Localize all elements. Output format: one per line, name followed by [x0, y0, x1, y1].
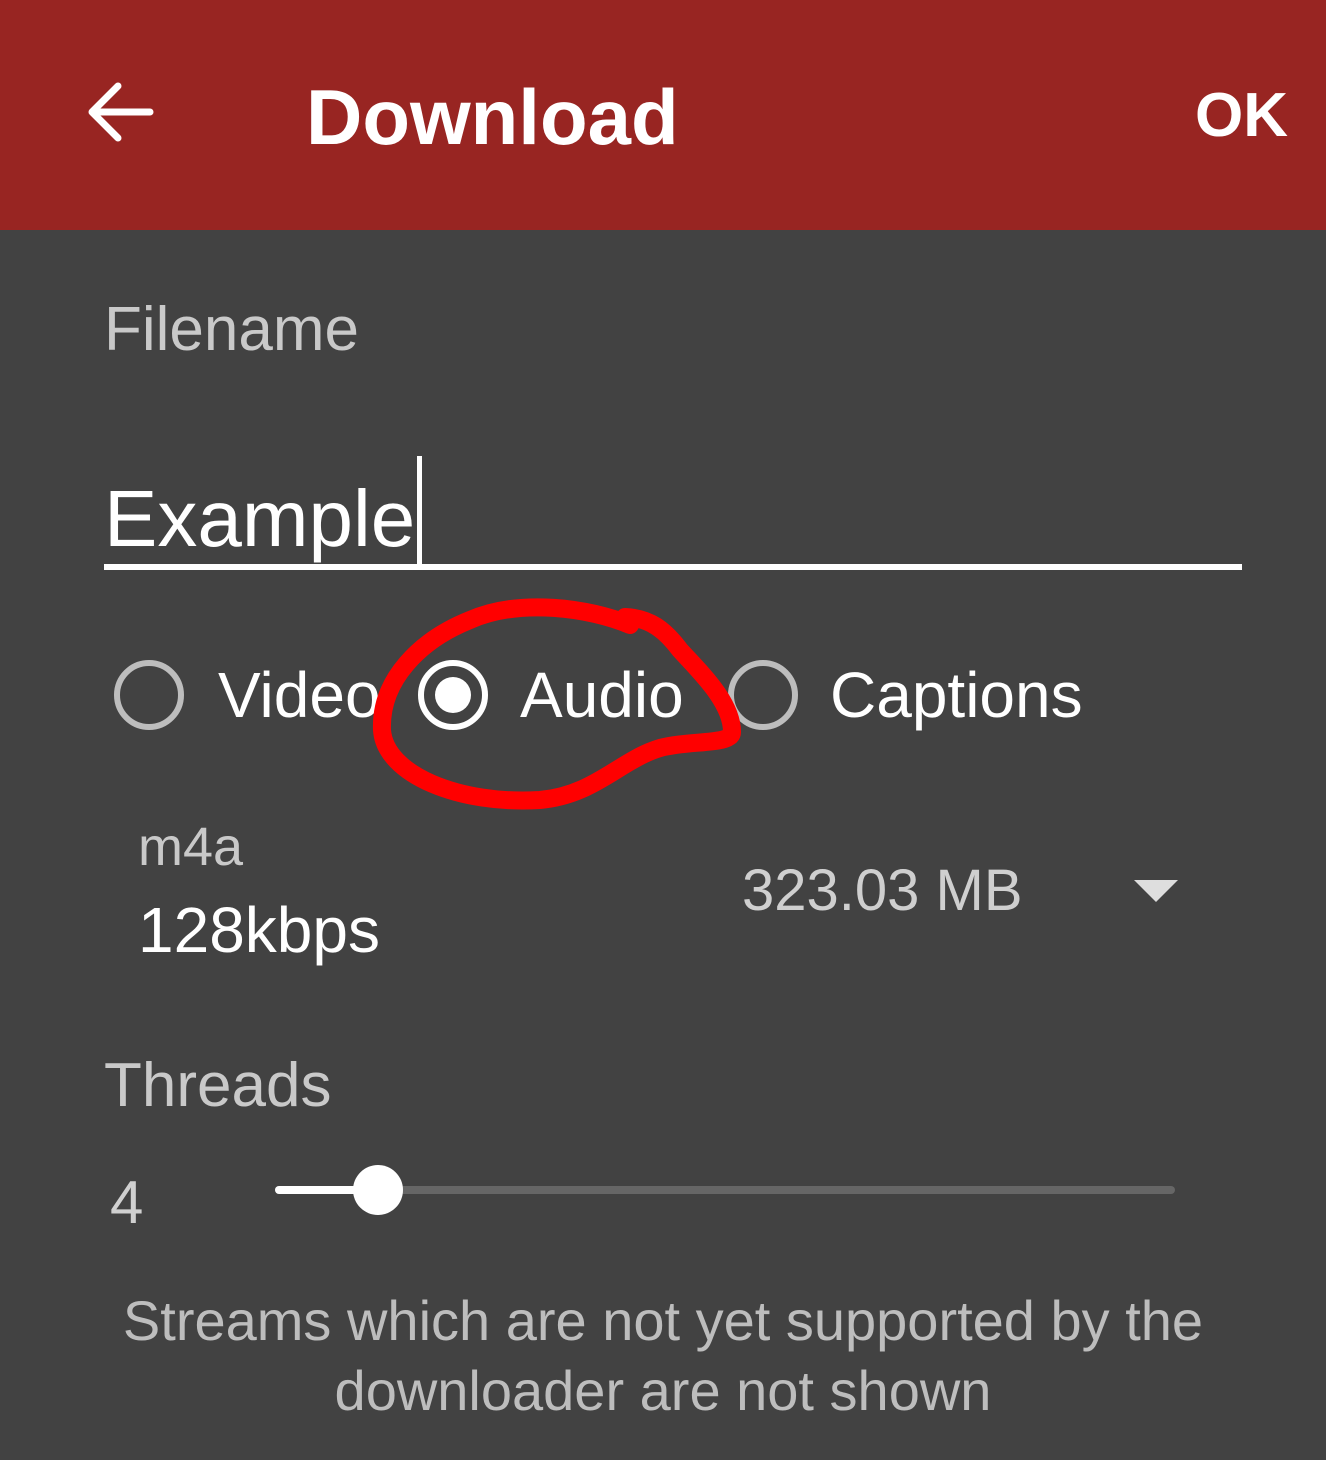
radio-label-captions: Captions	[830, 659, 1083, 731]
stream-selector[interactable]: m4a 128kbps 323.03 MB	[104, 800, 1214, 980]
filename-label: Filename	[104, 295, 359, 364]
radio-label-audio: Audio	[520, 659, 684, 731]
toolbar: Download OK	[0, 0, 1326, 230]
threads-slider[interactable]	[270, 1160, 1180, 1220]
note-line-2: downloader are not shown	[334, 1359, 992, 1422]
radio-dot	[435, 677, 471, 713]
back-button[interactable]	[70, 62, 170, 162]
filename-value: Example	[104, 474, 416, 563]
radio-unchecked-icon	[728, 660, 798, 730]
note-line-1: Streams which are not yet supported by t…	[122, 1289, 1204, 1352]
radio-video[interactable]: Video	[114, 652, 381, 738]
slider-track	[275, 1186, 1175, 1194]
ok-button[interactable]: OK	[1195, 78, 1288, 154]
radio-checked-icon	[418, 660, 488, 730]
radio-unchecked-icon	[114, 660, 184, 730]
page-title: Download	[306, 73, 679, 161]
threads-label: Threads	[104, 1051, 332, 1120]
stream-format: m4a	[138, 817, 244, 877]
arrow-back-icon	[88, 82, 154, 142]
text-cursor	[417, 456, 423, 568]
download-dialog: Download OK Filename Example Video Audio…	[0, 0, 1326, 1460]
slider-thumb[interactable]	[353, 1165, 404, 1215]
stream-size: 323.03 MB	[742, 858, 1023, 923]
dropdown-arrow-icon	[1134, 880, 1178, 902]
unsupported-streams-note: Streams which are not yet supported by t…	[0, 1286, 1326, 1426]
radio-label-video: Video	[218, 659, 381, 731]
stream-quality: 128kbps	[138, 894, 380, 966]
threads-value: 4	[110, 1169, 144, 1236]
radio-audio[interactable]: Audio	[418, 652, 684, 738]
radio-captions[interactable]: Captions	[728, 652, 1083, 738]
filename-input[interactable]: Example	[104, 440, 1242, 570]
